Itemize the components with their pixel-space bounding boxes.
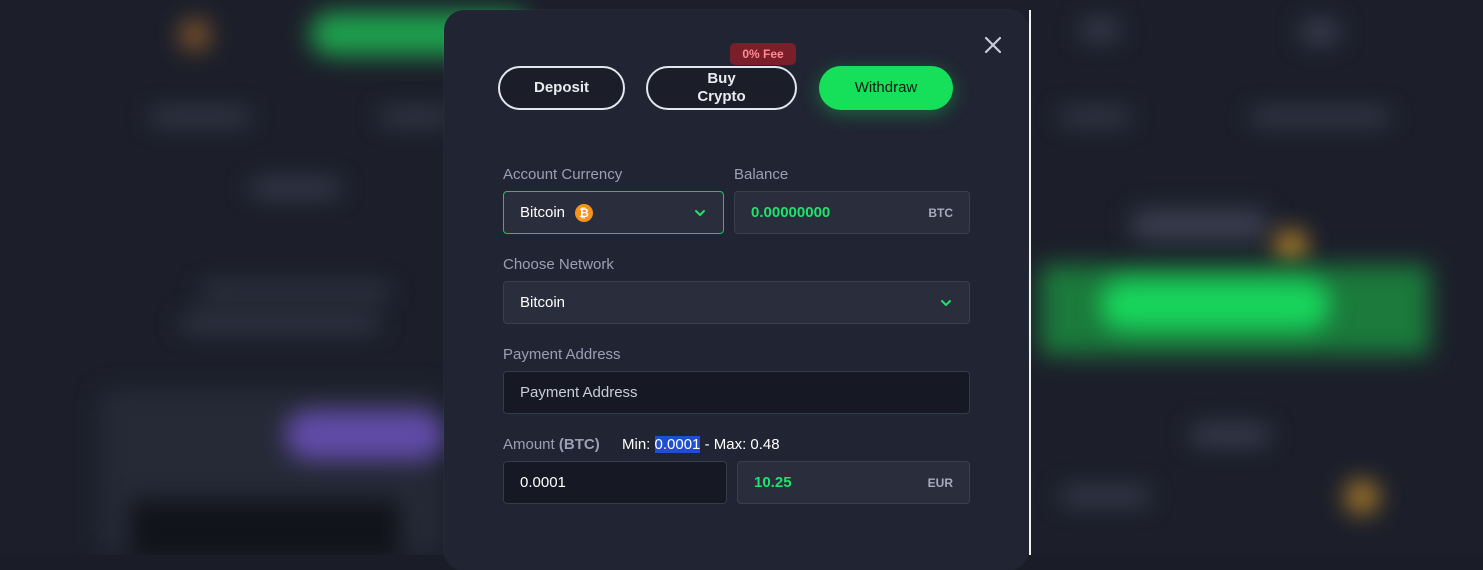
amount-label-group: Amount (BTC) (503, 436, 600, 453)
account-currency-label: Account Currency (503, 166, 623, 183)
amount-limits: Min: 0.0001 - Max: 0.48 (622, 436, 780, 453)
balance-label: Balance (734, 166, 789, 183)
amount-unit-label: (BTC) (558, 436, 600, 453)
wallet-modal: Deposit Buy Crypto 0% Fee Withdraw Accou… (444, 10, 1028, 570)
tab-buy-crypto-label-line2: Crypto (697, 88, 746, 105)
bitcoin-coin-icon: ₿ (575, 203, 594, 222)
close-icon[interactable] (982, 34, 1004, 56)
min-value: 0.0001 (654, 436, 701, 453)
vertical-divider-line (1029, 10, 1031, 555)
chevron-down-icon (695, 209, 705, 216)
fiat-amount-display[interactable]: 10.25 EUR (737, 461, 970, 504)
tab-buy-crypto[interactable]: Buy Crypto (646, 66, 797, 110)
network-value: Bitcoin (520, 294, 566, 311)
balance-value: 0.00000000 (751, 204, 831, 221)
chevron-down-icon (941, 299, 951, 306)
account-currency-value: Bitcoin (520, 204, 566, 221)
balance-unit: BTC (928, 205, 953, 220)
tab-deposit-label: Deposit (533, 79, 589, 96)
tab-withdraw-label: Withdraw (854, 79, 918, 96)
tab-deposit[interactable]: Deposit (498, 66, 625, 110)
account-currency-select[interactable]: Bitcoin ₿ (503, 191, 724, 234)
tab-withdraw[interactable]: Withdraw (819, 66, 953, 110)
payment-address-label: Payment Address (503, 346, 621, 363)
tab-buy-crypto-label-line1: Buy (707, 70, 736, 87)
min-label: Min: (622, 436, 651, 453)
network-select[interactable]: Bitcoin (503, 281, 970, 324)
network-label: Choose Network (503, 256, 614, 273)
balance-display: 0.00000000 BTC (734, 191, 970, 234)
fiat-unit: EUR (927, 475, 953, 490)
amount-input[interactable] (503, 461, 727, 504)
max-text: - Max: 0.48 (704, 436, 780, 453)
payment-address-input[interactable] (503, 371, 970, 414)
amount-label: Amount (503, 436, 555, 453)
fee-badge: 0% Fee (730, 43, 796, 65)
fiat-value: 10.25 (754, 474, 792, 491)
